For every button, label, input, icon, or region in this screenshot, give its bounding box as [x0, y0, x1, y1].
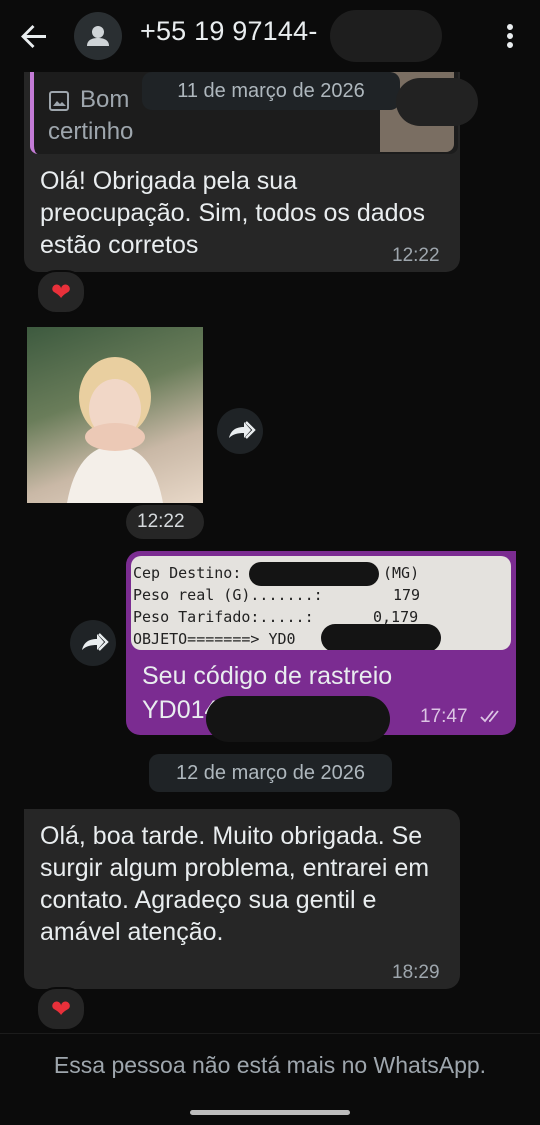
message-text: Olá, boa tarde. Muito obrigada. Se surgi… [40, 822, 430, 946]
redaction-mark [249, 562, 379, 586]
photo-message[interactable] [27, 327, 203, 503]
receipt-line: OBJETO=======> YD0 [133, 630, 296, 648]
home-indicator[interactable] [190, 1110, 350, 1115]
double-check-icon [480, 708, 504, 724]
receipt-value: (MG) [383, 564, 420, 582]
receipt-line: Cep Destino: [133, 564, 242, 582]
message-time: 17:47 [420, 706, 468, 727]
message-text: Seu código de rastreio [142, 662, 393, 690]
redaction-mark [396, 78, 478, 126]
receipt-image[interactable]: Cep Destino: (MG) Peso real (G).......: … [131, 556, 511, 650]
receipt-line: Peso real (G).......: [133, 586, 323, 604]
message-time: 18:29 [392, 962, 440, 983]
message-time: 12:22 [392, 245, 440, 266]
forward-icon[interactable] [217, 408, 263, 454]
contact-name[interactable]: +55 19 97144- [140, 16, 318, 47]
redaction-mark [330, 10, 442, 62]
footer-divider [0, 1033, 540, 1034]
quoted-label-2: certinho [48, 118, 134, 145]
date-divider: 12 de março de 2026 [149, 754, 392, 792]
date-divider: 11 de março de 2026 [142, 72, 400, 110]
redaction-mark [321, 624, 441, 650]
heart-reaction[interactable]: ❤ [36, 270, 86, 314]
image-icon [48, 90, 70, 112]
receipt-value: 179 [393, 586, 421, 604]
quoted-label: Bom [80, 86, 130, 113]
image-time: 12:22 [137, 511, 185, 532]
redaction-mark [206, 696, 390, 742]
back-arrow-icon[interactable] [16, 18, 52, 54]
receipt-line: Peso Tarifado:.....: [133, 608, 314, 626]
heart-reaction[interactable]: ❤ [36, 987, 86, 1031]
blocked-notice: Essa pessoa não está mais no WhatsApp. [53, 1052, 487, 1078]
forward-icon[interactable] [70, 620, 116, 666]
avatar[interactable] [74, 12, 122, 60]
more-options-icon[interactable] [498, 18, 522, 54]
message-text: Olá! Obrigada pela sua preocupação. Sim,… [40, 167, 425, 259]
